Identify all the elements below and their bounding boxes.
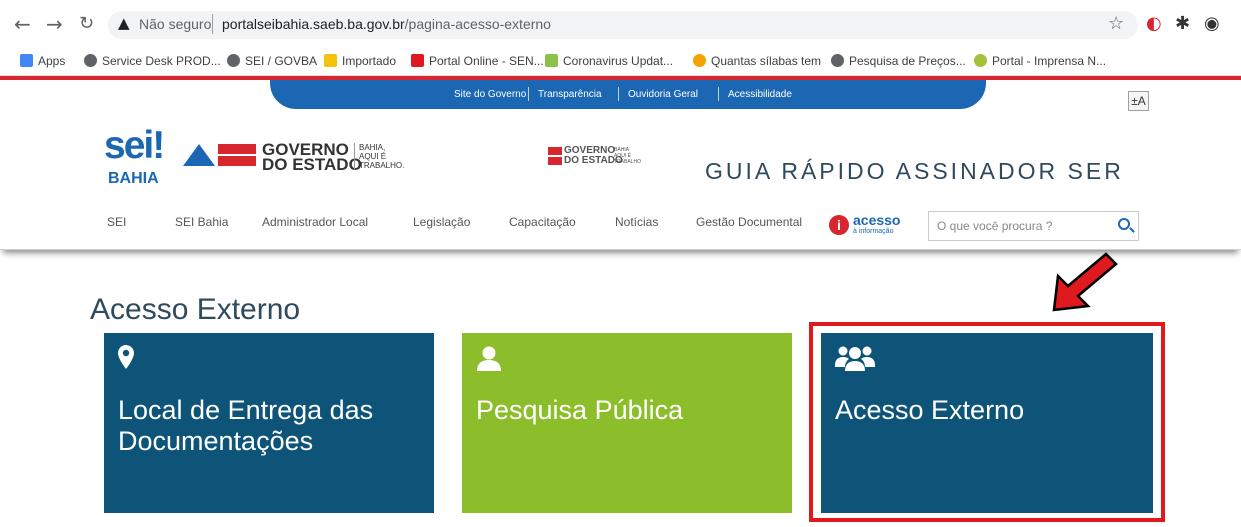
bookmark-apps[interactable]: Apps [20, 54, 65, 68]
tile-pesquisa-publica[interactable]: Pesquisa Pública [462, 333, 792, 513]
s-logo-icon [411, 54, 424, 67]
apps-grid-icon [20, 54, 33, 67]
governo-small-logo-bar [548, 157, 562, 165]
info-icon[interactable]: i [829, 215, 849, 235]
globe-icon [831, 54, 844, 67]
bookmark-importado[interactable]: Importado [324, 54, 396, 68]
bookmark-label: Portal Online - SEN... [429, 54, 544, 68]
tile-local-entrega[interactable]: Local de Entrega das Documentações [104, 333, 434, 513]
globe-icon [227, 54, 240, 67]
tile-label: Local de Entrega das Documentações [118, 395, 373, 457]
bookmark-silabas[interactable]: Quantas sílabas tem [693, 54, 821, 68]
menu-item-gestao-documental[interactable]: Gestão Documental [696, 215, 802, 229]
menu-item-sei-bahia[interactable]: SEI Bahia [175, 215, 228, 229]
not-secure-label[interactable]: Não seguro [139, 16, 211, 32]
bookmark-label: Quantas sílabas tem [711, 54, 822, 68]
menu-item-capacitacao[interactable]: Capacitação [509, 215, 576, 229]
puzzle-icon[interactable]: ✱ [1175, 13, 1190, 34]
sei-bahia-label: BAHIA [108, 170, 159, 187]
governo-logo-bar [218, 144, 256, 154]
bookmark-star-icon[interactable]: ☆ [1108, 13, 1124, 34]
bookmark-label: Pesquisa de Preços... [849, 54, 966, 68]
menu-item-administrador-local[interactable]: Administrador Local [262, 215, 368, 229]
governo-logo-text: GOVERNO DO ESTADO [262, 141, 362, 174]
folder-icon [324, 54, 337, 67]
highlight-frame [809, 322, 1165, 522]
bookmark-pesquisa-precos[interactable]: Pesquisa de Preços... [831, 54, 966, 68]
warning-icon[interactable]: ▲ [118, 14, 130, 32]
url-path: /pagina-acesso-externo [404, 16, 551, 32]
governo-line2: DO ESTADO [262, 155, 362, 174]
governo-small-slogan: BAHIA AQUI É TRABALHO [614, 147, 641, 165]
menu-item-noticias[interactable]: Notícias [615, 215, 658, 229]
slogan-line2: AQUI É [359, 152, 387, 161]
search-input[interactable] [929, 212, 1099, 240]
profile-icon[interactable]: ◉ [1204, 13, 1220, 34]
chart-icon [545, 54, 558, 67]
governo-slogan: BAHIA, AQUI É TRABALHO. [354, 143, 404, 170]
bookmark-label: Coronavirus Updat... [563, 54, 674, 68]
acesso-informacao-subtitle: à informação [853, 228, 894, 235]
topnav-acessibilidade[interactable]: Acessibilidade [728, 89, 792, 100]
slogan-line3: TRABALHO. [359, 161, 405, 170]
bookmark-service-desk[interactable]: Service Desk PROD... [84, 54, 221, 68]
bookmark-label: SEI / GOVBA [245, 54, 318, 68]
browser-toolbar: ← → ↻ ▲ Não seguro portalseibahia.saeb.b… [0, 0, 1241, 44]
governo-small-logo-bar [548, 147, 562, 155]
bookmark-label: Service Desk PROD... [102, 54, 221, 68]
topnav-transparencia[interactable]: Transparência [538, 89, 602, 100]
back-arrow-icon[interactable]: ← [14, 12, 31, 36]
bookmark-label: Portal - Imprensa N... [992, 54, 1107, 68]
sei-logo[interactable]: sei! [104, 124, 165, 168]
menu-item-sei[interactable]: SEI [107, 215, 126, 229]
topnav-divider [528, 87, 529, 101]
topnav-site-governo[interactable]: Site do Governo [454, 89, 526, 100]
map-pin-icon [118, 345, 134, 369]
person-icon [693, 54, 706, 67]
topnav-divider [718, 87, 719, 101]
forward-arrow-icon[interactable]: → [46, 12, 63, 36]
bookmark-sei-govba[interactable]: SEI / GOVBA [227, 54, 317, 68]
slogan-line1: BAHIA, [359, 143, 386, 152]
government-topnav: Site do Governo Transparência Ouvidoria … [270, 80, 986, 109]
bookmark-imprensa[interactable]: Portal - Imprensa N... [974, 54, 1106, 68]
red-pointer-arrow-icon [1052, 252, 1118, 312]
tile-label-line2: Documentações [118, 426, 314, 456]
bookmark-label: Importado [342, 54, 397, 68]
acesso-informacao-link[interactable]: acesso [853, 213, 900, 227]
menu-item-legislacao[interactable]: Legislação [413, 215, 470, 229]
page-title: Acesso Externo [90, 293, 301, 326]
tile-label-line1: Local de Entrega das [118, 395, 374, 425]
topnav-divider [618, 87, 619, 101]
bookmark-portal-online[interactable]: Portal Online - SEN... [411, 54, 544, 68]
small-slogan-line3: TRABALHO [614, 159, 641, 165]
governo-logo-triangle [183, 144, 215, 166]
sun-icon [974, 54, 987, 67]
search-icon[interactable] [1118, 218, 1130, 230]
extension-icon[interactable]: ◐ [1146, 13, 1162, 34]
user-icon [477, 346, 501, 371]
banner-title[interactable]: GUIA RÁPIDO ASSINADOR SER [705, 158, 1124, 185]
address-separator [212, 14, 213, 34]
bookmarks-bar: Apps Service Desk PROD... SEI / GOVBA Im… [0, 44, 1241, 76]
site-search [928, 211, 1139, 241]
reload-icon[interactable]: ↻ [79, 13, 94, 34]
tile-label: Pesquisa Pública [476, 395, 684, 425]
font-size-toggle[interactable]: ±A [1128, 91, 1149, 111]
globe-icon [84, 54, 97, 67]
governo-logo-bar [218, 156, 256, 166]
url-host: portalseibahia.saeb.ba.gov.br [222, 16, 405, 32]
topnav-ouvidoria[interactable]: Ouvidoria Geral [628, 89, 698, 100]
bookmark-label: Apps [38, 54, 66, 68]
bookmark-coronavirus[interactable]: Coronavirus Updat... [545, 54, 673, 68]
url-text[interactable]: portalseibahia.saeb.ba.gov.br/pagina-ace… [222, 16, 551, 32]
